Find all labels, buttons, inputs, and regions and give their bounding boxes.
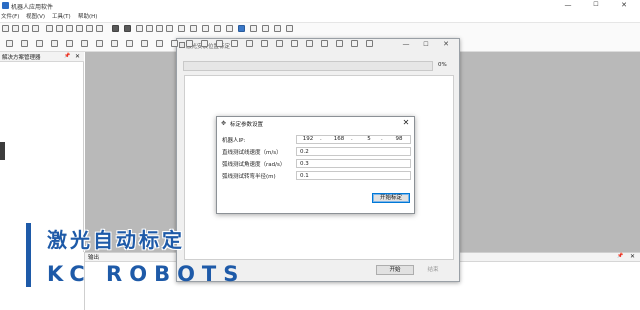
minimize-button[interactable]: — [556, 0, 580, 10]
close-icon[interactable]: ✕ [75, 53, 80, 60]
calwin-maximize-button[interactable]: ☐ [418, 40, 434, 49]
settings-icon: ✥ [221, 120, 227, 127]
robot-ip-label: 机器人IP: [222, 138, 246, 144]
tool-v-icon[interactable] [321, 40, 328, 47]
align-icon[interactable] [262, 25, 269, 32]
tool-b-icon[interactable] [21, 40, 28, 47]
chart-icon[interactable] [274, 25, 281, 32]
tool-e-icon[interactable] [66, 40, 73, 47]
tool-k-icon[interactable] [156, 40, 163, 47]
frame-icon[interactable] [190, 25, 197, 32]
output-title: 输出 [88, 255, 100, 261]
line-speed-input[interactable]: 0.2 [296, 147, 411, 156]
tool-d-icon[interactable] [51, 40, 58, 47]
menu-view[interactable]: 视图(V) [26, 12, 45, 20]
tool-y-icon[interactable] [366, 40, 373, 47]
zoom-out-icon[interactable] [56, 25, 63, 32]
angular-speed-input[interactable]: 0.3 [296, 159, 411, 168]
rotate-icon[interactable] [136, 25, 143, 32]
window-icon[interactable] [286, 25, 293, 32]
layers-icon[interactable] [226, 25, 233, 32]
side-tab[interactable] [0, 142, 5, 160]
redo-icon[interactable] [96, 25, 103, 32]
banner-brand: KC ROBOTS [47, 262, 246, 286]
progress-text: 0% [438, 62, 447, 68]
grid-icon[interactable] [214, 25, 221, 32]
menu-tools[interactable]: 工具(T) [52, 12, 71, 20]
pointer-icon[interactable] [112, 25, 119, 32]
pin-icon[interactable]: 📌 [64, 53, 70, 59]
param-dialog-close-button[interactable]: ✕ [399, 117, 413, 128]
undo-icon[interactable] [86, 25, 93, 32]
tool-f-icon[interactable] [81, 40, 88, 47]
tool-u-icon[interactable] [306, 40, 313, 47]
target-icon[interactable] [250, 25, 257, 32]
app-icon [2, 2, 9, 9]
angular-speed-label: 弧线测试角速度（rad/s） [222, 162, 286, 168]
title-bar [0, 0, 640, 11]
calwin-close-button[interactable]: ✕ [438, 40, 454, 49]
dropdown-icon[interactable] [156, 25, 163, 32]
output-close-icon[interactable]: ✕ [630, 253, 635, 260]
ip-octet-2[interactable]: 168 [331, 136, 347, 142]
saveall-icon[interactable] [32, 25, 39, 32]
image-icon[interactable] [202, 25, 209, 32]
banner-title: 激光自动标定 [47, 228, 185, 252]
tool-x-icon[interactable] [351, 40, 358, 47]
tool-r-icon[interactable] [261, 40, 268, 47]
tool-t-icon[interactable] [291, 40, 298, 47]
tool-w-icon[interactable] [336, 40, 343, 47]
solution-explorer-title: 解决方案管理器 [2, 55, 41, 61]
menu-help[interactable]: 帮助(H) [78, 12, 97, 20]
ip-dot: . [320, 136, 322, 142]
output-pin-icon[interactable]: 📌 [617, 253, 623, 259]
calwin-minimize-button[interactable]: — [398, 40, 414, 49]
ip-dot: . [381, 136, 383, 142]
zoom-fit-icon[interactable] [66, 25, 73, 32]
param-dialog-title: 标定参数设置 [230, 122, 264, 128]
tool-m-icon[interactable] [186, 40, 193, 47]
tool-o-icon[interactable] [216, 40, 223, 47]
ip-octet-3[interactable]: 5 [361, 136, 377, 142]
banner-accent-bar [26, 223, 31, 287]
turn-radius-label: 弧线测试转弯半径(m) [222, 174, 276, 180]
settings-icon[interactable] [146, 25, 153, 32]
tool-h-icon[interactable] [111, 40, 118, 47]
tool-n-icon[interactable] [201, 40, 208, 47]
start-button[interactable]: 开始 [376, 265, 414, 275]
tool-s-icon[interactable] [276, 40, 283, 47]
start-calibration-button[interactable]: 开始标定 [372, 193, 410, 203]
app-title: 机器人应用软件 [11, 4, 54, 11]
zoom-in-icon[interactable] [46, 25, 53, 32]
tool-a-icon[interactable] [6, 40, 13, 47]
tool-g-icon[interactable] [96, 40, 103, 47]
save-icon[interactable] [22, 25, 29, 32]
tool-q-icon[interactable] [246, 40, 253, 47]
window-icon [179, 42, 185, 48]
tool-l-icon[interactable] [171, 40, 178, 47]
tool-j-icon[interactable] [141, 40, 148, 47]
move-icon[interactable] [124, 25, 131, 32]
tool-c-icon[interactable] [36, 40, 43, 47]
new-icon[interactable] [2, 25, 9, 32]
ip-dot: . [351, 136, 353, 142]
turn-radius-input[interactable]: 0.1 [296, 171, 411, 180]
tool-i-icon[interactable] [126, 40, 133, 47]
robot-icon[interactable] [238, 25, 245, 32]
arrow-tool-icon[interactable] [178, 25, 185, 32]
progress-bar [183, 61, 433, 71]
close-button[interactable]: ✕ [612, 0, 636, 10]
refresh-icon[interactable] [76, 25, 83, 32]
ip-octet-1[interactable]: 192 [300, 136, 316, 142]
line-tool-icon[interactable] [166, 25, 173, 32]
ip-octet-4[interactable]: 98 [391, 136, 407, 142]
open-icon[interactable] [12, 25, 19, 32]
solution-explorer-panel [0, 52, 84, 252]
tool-p-icon[interactable] [231, 40, 238, 47]
menu-file[interactable]: 文件(F) [1, 12, 19, 20]
line-speed-label: 直线测试线速度（m/s） [222, 150, 282, 156]
maximize-button[interactable]: ☐ [584, 0, 608, 10]
finish-button[interactable]: 结束 [418, 265, 448, 275]
